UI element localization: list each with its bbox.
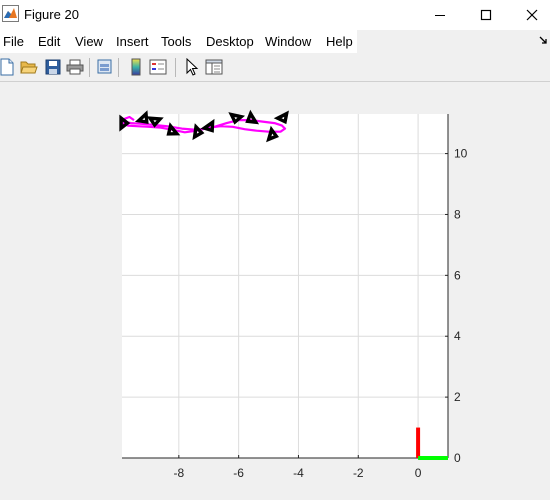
menu-edit[interactable]: Edit — [38, 34, 60, 49]
insert-legend-button[interactable] — [148, 57, 168, 77]
y-tick-label: 2 — [454, 390, 461, 404]
x-tick-label: -2 — [353, 466, 364, 480]
edit-plot-button[interactable] — [182, 57, 202, 77]
minimize-button[interactable] — [417, 0, 463, 30]
y-tick-label: 4 — [454, 329, 461, 343]
edit-plot-cursor-icon — [186, 58, 199, 76]
y-tick-label: 10 — [454, 147, 468, 161]
maximize-button[interactable] — [463, 0, 509, 30]
menu-file[interactable]: File — [3, 34, 24, 49]
maximize-icon — [480, 9, 492, 21]
print-button[interactable] — [65, 57, 85, 77]
insert-colorbar-icon — [131, 58, 141, 76]
window-title: Figure 20 — [24, 7, 79, 22]
y-tick-label: 0 — [454, 451, 461, 465]
menu-insert[interactable]: Insert — [116, 34, 149, 49]
open-file-button[interactable] — [19, 57, 39, 77]
menu-tools[interactable]: Tools — [161, 34, 191, 49]
matlab-app-icon — [2, 5, 19, 22]
y-tick-label: 8 — [454, 207, 461, 221]
open-file-icon — [20, 61, 38, 74]
menu-desktop[interactable]: Desktop — [206, 34, 254, 49]
new-figure-icon — [0, 58, 14, 76]
link-plot-icon — [97, 59, 112, 74]
axes-background — [122, 114, 448, 458]
save-icon — [45, 59, 61, 75]
y-tick-label: 6 — [454, 268, 461, 282]
close-icon — [526, 9, 538, 21]
figure-toolbar — [0, 53, 550, 82]
save-button[interactable] — [43, 57, 63, 77]
close-button[interactable] — [509, 0, 550, 30]
menu-help[interactable]: Help — [326, 34, 353, 49]
menu-window[interactable]: Window — [265, 34, 311, 49]
minimize-icon — [435, 15, 445, 16]
x-tick-label: -4 — [293, 466, 304, 480]
new-figure-button[interactable] — [0, 57, 17, 77]
toolbar-separator — [175, 58, 176, 77]
toolbar-separator — [118, 58, 119, 77]
x-tick-label: -6 — [233, 466, 244, 480]
insert-legend-icon — [149, 59, 167, 75]
plot-axes[interactable]: -8 -6 -4 -2 0 0 2 4 6 8 10 — [0, 83, 550, 500]
figure-canvas[interactable]: -8 -6 -4 -2 0 0 2 4 6 8 10 — [0, 83, 550, 500]
menu-bar: File Edit View Insert Tools Desktop Wind… — [0, 30, 550, 53]
menu-view[interactable]: View — [75, 34, 103, 49]
x-tick-label: -8 — [173, 466, 184, 480]
dock-arrow-icon[interactable] — [538, 34, 550, 48]
print-icon — [66, 59, 84, 75]
x-tick-label: 0 — [415, 466, 422, 480]
insert-colorbar-button[interactable] — [126, 57, 146, 77]
link-plot-button[interactable] — [95, 57, 115, 77]
title-bar[interactable]: Figure 20 — [0, 0, 550, 30]
figure-window: Figure 20 File Edit View Insert Tools De… — [0, 0, 550, 500]
toolbar-separator — [89, 58, 90, 77]
property-inspector-button[interactable] — [204, 57, 224, 77]
property-inspector-icon — [205, 59, 223, 75]
